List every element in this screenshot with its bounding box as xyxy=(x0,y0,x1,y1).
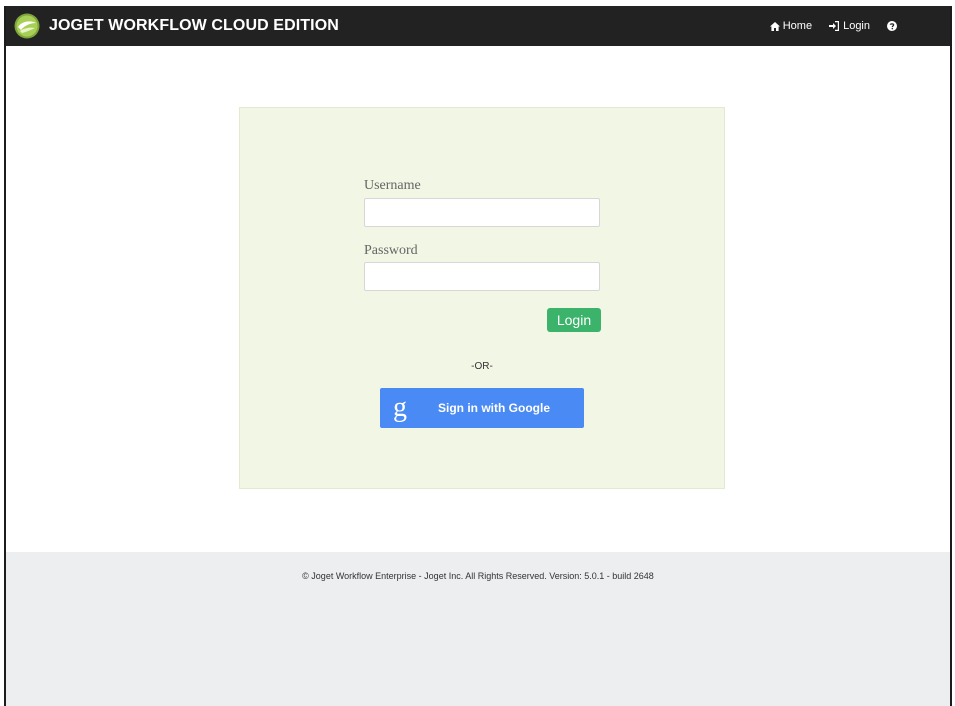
login-button[interactable]: Login xyxy=(547,308,601,332)
nav-login-link[interactable]: Login xyxy=(829,20,870,32)
google-signin-label: Sign in with Google xyxy=(438,401,550,415)
copyright-text: © Joget Workflow Enterprise - Joget Inc.… xyxy=(302,571,654,581)
google-signin-button[interactable]: g Sign in with Google xyxy=(380,388,584,428)
top-navbar: JOGET WORKFLOW CLOUD EDITION Home Login xyxy=(6,6,950,46)
sign-in-icon xyxy=(829,21,840,31)
username-input[interactable] xyxy=(364,198,600,227)
nav-help-link[interactable] xyxy=(887,21,900,31)
page-footer: © Joget Workflow Enterprise - Joget Inc.… xyxy=(6,552,950,706)
or-separator: -OR- xyxy=(471,361,493,372)
help-circle-icon xyxy=(887,21,897,31)
nav-home-link[interactable]: Home xyxy=(769,20,813,32)
password-input[interactable] xyxy=(364,262,600,291)
password-label: Password xyxy=(364,243,418,258)
header-nav: Home Login xyxy=(769,20,900,32)
login-panel: Username Password Login -OR- g Sign in w… xyxy=(239,107,725,489)
google-g-icon: g xyxy=(393,392,407,423)
username-label: Username xyxy=(364,178,421,193)
home-icon xyxy=(769,21,780,31)
nav-login-label: Login xyxy=(843,20,870,32)
nav-home-label: Home xyxy=(782,20,813,32)
brand-title[interactable]: JOGET WORKFLOW CLOUD EDITION xyxy=(49,17,339,35)
browser-frame: JOGET WORKFLOW CLOUD EDITION Home Login xyxy=(4,6,952,706)
joget-logo-icon[interactable] xyxy=(14,13,40,39)
